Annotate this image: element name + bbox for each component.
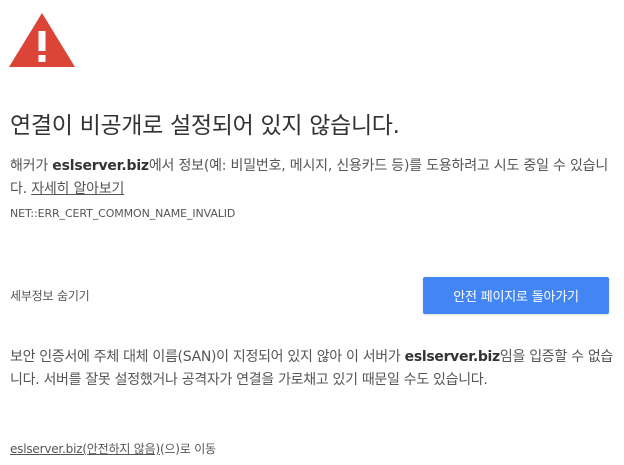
- description-text-1: 해커가: [10, 158, 53, 174]
- warning-triangle-icon: [9, 13, 75, 67]
- domain-name: eslserver.biz: [52, 158, 149, 174]
- interstitial-page: 연결이 비공개로 설정되어 있지 않습니다. 해커가 eslserver.biz…: [0, 0, 624, 465]
- proceed-unsafe-link[interactable]: eslserver.biz(안전하지 않음): [10, 442, 160, 456]
- hide-details-button[interactable]: 세부정보 숨기기: [10, 287, 90, 304]
- details-domain-name: eslserver.biz: [404, 349, 501, 365]
- proceed-line: eslserver.biz(안전하지 않음)(으)로 이동: [10, 440, 216, 457]
- main-message: 해커가 eslserver.biz에서 정보(예: 비밀번호, 메시지, 신용카…: [10, 155, 610, 201]
- details-message: 보안 인증서에 주체 대체 이름(SAN)이 지정되어 있지 않아 이 서버가 …: [10, 346, 616, 392]
- error-code: NET::ERR_CERT_COMMON_NAME_INVALID: [10, 207, 236, 220]
- details-text-1: 보안 인증서에 주체 대체 이름(SAN)이 지정되어 있지 않아 이 서버가: [10, 349, 405, 365]
- proceed-suffix: (으)로 이동: [159, 442, 216, 456]
- page-title: 연결이 비공개로 설정되어 있지 않습니다.: [10, 113, 400, 139]
- back-to-safety-button[interactable]: 안전 페이지로 돌아가기: [423, 277, 609, 314]
- learn-more-link[interactable]: 자세히 알아보기: [31, 181, 124, 197]
